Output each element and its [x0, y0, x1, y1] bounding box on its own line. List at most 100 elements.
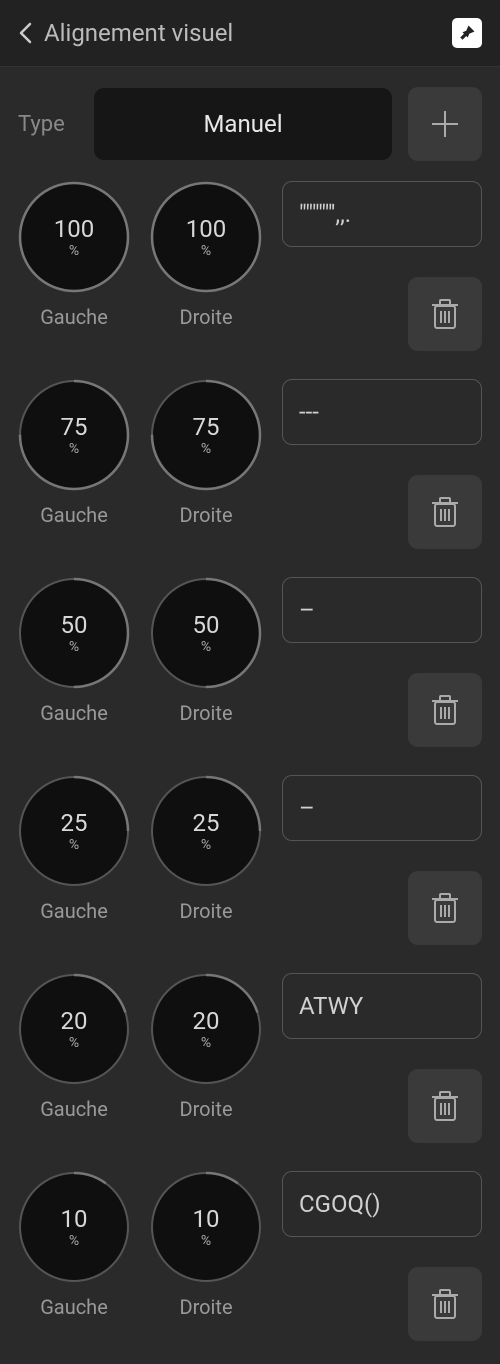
knob-label: Droite	[179, 503, 232, 527]
knob-value: 25	[193, 809, 220, 837]
percentage-knob[interactable]: 75 %	[18, 379, 130, 491]
percentage-knob[interactable]: 50 %	[18, 577, 130, 689]
percentage-knob[interactable]: 10 %	[150, 1171, 262, 1283]
knob-text: 25 %	[150, 775, 262, 887]
knob-value: 75	[193, 413, 220, 441]
chevron-left-icon	[18, 22, 32, 44]
percentage-knob[interactable]: 20 %	[150, 973, 262, 1085]
percentage-knob[interactable]: 20 %	[18, 973, 130, 1085]
delete-button[interactable]	[408, 871, 482, 945]
knob-group: 10 % Gauche	[18, 1171, 130, 1319]
knob-unit: %	[69, 441, 79, 457]
back-button[interactable]	[18, 22, 32, 44]
knob-group: 20 % Gauche	[18, 973, 130, 1121]
trash-icon	[429, 494, 461, 530]
trash-icon	[429, 1286, 461, 1322]
delete-button[interactable]	[408, 1069, 482, 1143]
alignment-row: 100 % Gauche 100 % Droite	[18, 181, 482, 351]
percentage-knob[interactable]: 50 %	[150, 577, 262, 689]
alignment-row: 10 % Gauche 10 % Droite	[18, 1171, 482, 1341]
knob-value: 20	[193, 1007, 220, 1035]
knob-unit: %	[69, 1233, 79, 1249]
knob-label: Droite	[179, 701, 232, 725]
knob-value: 75	[61, 413, 88, 441]
trash-icon	[429, 890, 461, 926]
knob-unit: %	[201, 441, 211, 457]
trash-icon	[429, 1088, 461, 1124]
knob-value: 25	[61, 809, 88, 837]
percentage-knob[interactable]: 25 %	[18, 775, 130, 887]
percentage-knob[interactable]: 25 %	[150, 775, 262, 887]
characters-input[interactable]: CGOQ()	[282, 1171, 482, 1237]
panel-header: Alignement visuel	[0, 0, 500, 67]
knob-group: 25 % Gauche	[18, 775, 130, 923]
trash-icon	[429, 692, 461, 728]
knob-unit: %	[69, 1035, 79, 1051]
percentage-knob[interactable]: 100 %	[150, 181, 262, 293]
trash-icon	[429, 296, 461, 332]
knob-label: Droite	[179, 1295, 232, 1319]
delete-button[interactable]	[408, 475, 482, 549]
knob-text: 75 %	[150, 379, 262, 491]
type-selector[interactable]: Manuel	[94, 88, 392, 160]
row-right-column: """""',,.	[282, 181, 482, 351]
row-right-column: ---	[282, 379, 482, 549]
pin-button[interactable]	[452, 18, 482, 48]
percentage-knob[interactable]: 10 %	[18, 1171, 130, 1283]
characters-input[interactable]: """""',,.	[282, 181, 482, 247]
knob-text: 20 %	[150, 973, 262, 1085]
knob-unit: %	[69, 837, 79, 853]
type-label: Type	[18, 112, 78, 137]
knob-value: 100	[54, 215, 94, 243]
knob-group: 75 % Droite	[150, 379, 262, 527]
knob-text: 100 %	[150, 181, 262, 293]
knob-label: Gauche	[40, 503, 108, 527]
row-right-column: ATWY	[282, 973, 482, 1143]
knob-text: 10 %	[150, 1171, 262, 1283]
knob-group: 10 % Droite	[150, 1171, 262, 1319]
knob-text: 10 %	[18, 1171, 130, 1283]
characters-input[interactable]: –	[282, 775, 482, 841]
knob-unit: %	[201, 1035, 211, 1051]
plus-icon	[428, 107, 462, 141]
add-button[interactable]	[408, 87, 482, 161]
knob-text: 20 %	[18, 973, 130, 1085]
characters-input[interactable]: ATWY	[282, 973, 482, 1039]
delete-button[interactable]	[408, 673, 482, 747]
knob-unit: %	[69, 243, 79, 259]
knob-group: 100 % Gauche	[18, 181, 130, 329]
knob-text: 75 %	[18, 379, 130, 491]
knob-group: 25 % Droite	[150, 775, 262, 923]
knob-label: Gauche	[40, 1097, 108, 1121]
knob-label: Gauche	[40, 1295, 108, 1319]
knob-unit: %	[201, 243, 211, 259]
percentage-knob[interactable]: 100 %	[18, 181, 130, 293]
characters-input[interactable]: –	[282, 577, 482, 643]
knob-text: 25 %	[18, 775, 130, 887]
characters-input[interactable]: ---	[282, 379, 482, 445]
knob-value: 100	[186, 215, 226, 243]
knob-unit: %	[201, 639, 211, 655]
knob-label: Gauche	[40, 701, 108, 725]
knob-value: 10	[61, 1205, 88, 1233]
knob-unit: %	[201, 1233, 211, 1249]
knob-value: 50	[61, 611, 88, 639]
delete-button[interactable]	[408, 1267, 482, 1341]
row-right-column: CGOQ()	[282, 1171, 482, 1341]
header-left: Alignement visuel	[18, 19, 233, 47]
alignment-row: 75 % Gauche 75 % Droite	[18, 379, 482, 549]
delete-button[interactable]	[408, 277, 482, 351]
type-row: Type Manuel	[0, 67, 500, 181]
knob-text: 50 %	[18, 577, 130, 689]
percentage-knob[interactable]: 75 %	[150, 379, 262, 491]
knob-label: Droite	[179, 899, 232, 923]
knob-unit: %	[201, 837, 211, 853]
knob-unit: %	[69, 639, 79, 655]
knob-value: 50	[193, 611, 220, 639]
row-right-column: –	[282, 775, 482, 945]
pin-icon	[458, 24, 476, 42]
knob-label: Gauche	[40, 899, 108, 923]
alignment-row: 25 % Gauche 25 % Droite	[18, 775, 482, 945]
knob-value: 10	[193, 1205, 220, 1233]
knob-group: 100 % Droite	[150, 181, 262, 329]
